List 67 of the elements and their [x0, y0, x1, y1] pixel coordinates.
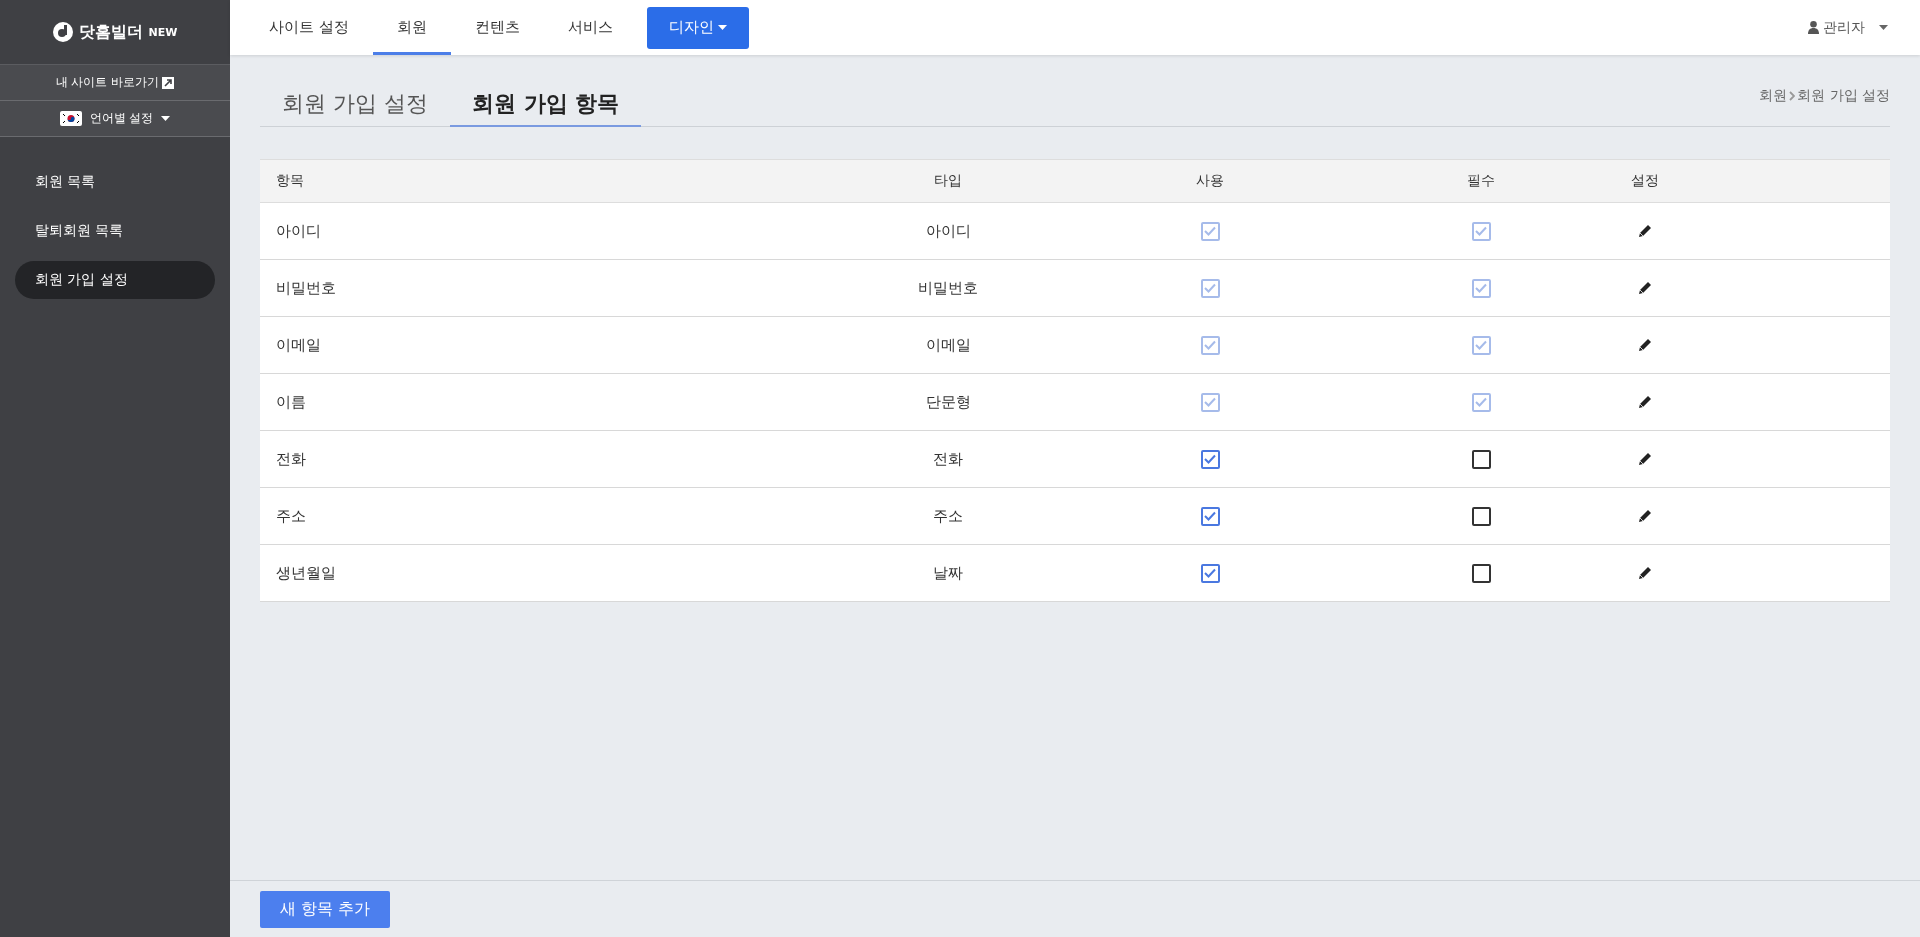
- chevron-right-icon: [1789, 91, 1796, 101]
- logo-icon: [52, 22, 73, 42]
- column-header: 항목: [275, 172, 305, 190]
- sidebar-item[interactable]: 회원 가입 설정: [15, 261, 215, 299]
- check-icon: [1475, 283, 1487, 293]
- nav-dropdown-button[interactable]: 디자인: [646, 6, 749, 49]
- table-cell-text: 이메일: [924, 335, 972, 355]
- check-icon: [1475, 226, 1487, 236]
- edit-icon[interactable]: [1638, 452, 1652, 466]
- table-cell-text: 비밀번호: [275, 278, 337, 298]
- check-icon: [1204, 511, 1216, 521]
- edit-icon[interactable]: [1638, 224, 1652, 238]
- nav-tab[interactable]: 서비스: [543, 3, 637, 55]
- edit-icon[interactable]: [1638, 338, 1652, 352]
- table-cell-text: 이름: [275, 392, 307, 412]
- caret-icon: [717, 25, 727, 30]
- nav-tab[interactable]: 회원: [372, 3, 451, 55]
- checkbox[interactable]: [1471, 563, 1491, 583]
- column-header: 사용: [1195, 172, 1225, 190]
- check-icon: [1475, 340, 1487, 350]
- page-tab[interactable]: 회원 가입 항목: [450, 83, 642, 127]
- breadcrumb-item: 회원 가입 설정: [1797, 87, 1890, 105]
- caret-icon: [1879, 25, 1888, 30]
- table-cell-text: 이메일: [275, 335, 322, 355]
- page-tab[interactable]: 회원 가입 설정: [260, 83, 450, 127]
- external-link-icon: [162, 76, 175, 89]
- check-icon: [1204, 283, 1216, 293]
- column-header: 타입: [933, 172, 963, 190]
- table-cell-text: 생년월일: [275, 563, 337, 583]
- check-icon: [1204, 568, 1216, 578]
- column-header: 설정: [1630, 172, 1660, 190]
- logo-text: 닷홈빌더: [78, 21, 143, 43]
- sidebar-item[interactable]: 탈퇴회원 목록: [15, 212, 215, 250]
- check-icon: [1475, 397, 1487, 407]
- table-cell-text: 주소: [932, 506, 964, 526]
- table-cell-text: 비밀번호: [917, 278, 979, 298]
- nav-tab[interactable]: 컨텐츠: [450, 3, 544, 55]
- checkbox[interactable]: [1200, 563, 1220, 583]
- check-icon: [1204, 397, 1216, 407]
- flag-icon: [59, 111, 82, 126]
- sidebar-item[interactable]: 회원 목록: [15, 163, 215, 201]
- table-cell-text: 전화: [932, 449, 964, 469]
- check-icon: [1204, 454, 1216, 464]
- checkbox[interactable]: [1200, 506, 1220, 526]
- nav-tab[interactable]: 사이트 설정: [245, 3, 373, 55]
- edit-icon[interactable]: [1638, 281, 1652, 295]
- check-icon: [1204, 226, 1216, 236]
- edit-icon[interactable]: [1638, 509, 1652, 523]
- table-cell-text: 주소: [275, 506, 307, 526]
- edit-icon[interactable]: [1638, 566, 1652, 580]
- table-cell-text: 단문형: [924, 392, 972, 412]
- table-cell-text: 날짜: [932, 563, 964, 583]
- column-header: 필수: [1466, 172, 1496, 190]
- breadcrumb-item[interactable]: 회원: [1759, 87, 1788, 105]
- caret-icon: [161, 116, 171, 121]
- table-cell-text: 아이디: [275, 221, 322, 241]
- table-cell-text: 아이디: [924, 221, 972, 241]
- add-item-button[interactable]: 새 항목 추가: [260, 890, 391, 928]
- table-cell-text: 전화: [275, 449, 307, 469]
- checkbox[interactable]: [1471, 506, 1491, 526]
- user-icon: [1808, 21, 1819, 34]
- logo-suffix-text: NEW: [148, 25, 178, 39]
- check-icon: [1204, 340, 1216, 350]
- checkbox[interactable]: [1471, 449, 1491, 469]
- edit-icon[interactable]: [1638, 395, 1652, 409]
- checkbox[interactable]: [1200, 449, 1220, 469]
- user-menu[interactable]: 관리자: [1802, 17, 1894, 38]
